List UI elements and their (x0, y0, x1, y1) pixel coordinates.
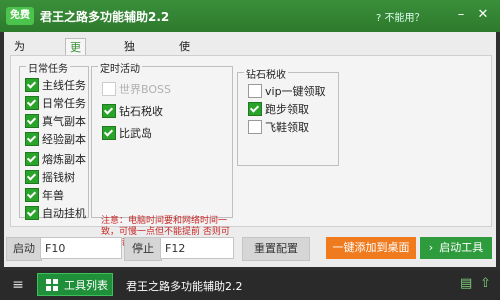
window-title: 君王之路多功能辅助2.2 (40, 10, 170, 24)
tab-instructions[interactable]: 使用说明 (175, 38, 194, 104)
control-row: 启动 F10 停止 F12 重置配置 一键添加到桌面 › 启动工具 (4, 235, 496, 261)
help-link-label: 不能用？ (384, 13, 425, 24)
timed-events-title: 定时活动 (98, 60, 142, 75)
launch-tool-button[interactable]: › 启动工具 (420, 237, 492, 259)
settings-panel: 日常任务 主线任务 日常任务 真气副本 经验副本 熔炼副本 摇钱树 年兽 自动挂… (10, 55, 492, 248)
checkbox-exp-dungeon[interactable]: 经验副本 (25, 132, 86, 147)
tab-for-you[interactable]: 为您设置 (10, 38, 29, 104)
grid-icon (46, 279, 58, 291)
add-to-desktop-button[interactable]: 一键添加到桌面 (326, 237, 416, 259)
help-icon: ? (376, 13, 382, 24)
checkbox-flying-shoes-claim[interactable]: 飞鞋领取 (248, 120, 309, 135)
checked-icon (25, 152, 39, 166)
checked-icon (25, 96, 39, 110)
daily-tasks-group: 日常任务 主线任务 日常任务 真气副本 经验副本 熔炼副本 摇钱树 年兽 自动挂… (19, 60, 89, 221)
daily-tasks-title: 日常任务 (26, 60, 70, 75)
checked-icon (25, 78, 39, 92)
minimize-button[interactable]: – (452, 6, 470, 24)
main-content: 为您设置 更多设置 独立功能 使用说明 日常任务 主线任务 日常任务 真气副本 … (4, 32, 496, 267)
checkbox-money-tree[interactable]: 摇钱树 (25, 170, 75, 185)
checked-icon (102, 126, 116, 140)
checked-icon (25, 170, 39, 184)
tools-list-button[interactable]: 工具列表 (37, 273, 113, 296)
close-button[interactable]: ✕ (474, 6, 492, 24)
checkbox-run-claim[interactable]: 跑步领取 (248, 102, 309, 117)
reset-config-button[interactable]: 重置配置 (242, 237, 310, 261)
checkbox-diamond-tax[interactable]: 钻石税收 (102, 104, 163, 119)
unchecked-icon (102, 82, 116, 96)
unchecked-icon (248, 120, 262, 134)
checkbox-zhenqi-dungeon[interactable]: 真气副本 (25, 114, 86, 129)
checkbox-main-quest[interactable]: 主线任务 (25, 78, 86, 93)
timed-events-group: 定时活动 世界BOSS 钻石税收 比武岛 (91, 60, 233, 218)
up-arrow-icon[interactable]: ⇧ (480, 276, 491, 291)
diamond-tax-group: 钻石税收 vip一键领取 跑步领取 飞鞋领取 (237, 66, 339, 166)
stop-hotkey-field[interactable]: F12 (160, 237, 234, 259)
taskbar: ≡ 工具列表 君王之路多功能辅助2.2 ▤ ⇧ (0, 270, 500, 300)
checkbox-smelt-dungeon[interactable]: 熔炼副本 (25, 152, 86, 167)
checkbox-vip-claim[interactable]: vip一键领取 (248, 84, 326, 99)
tab-standalone[interactable]: 独立功能 (120, 38, 139, 104)
checkbox-martial-island[interactable]: 比武岛 (102, 126, 152, 141)
checkbox-nian-beast[interactable]: 年兽 (25, 188, 64, 203)
checked-icon (248, 102, 262, 116)
checkbox-world-boss[interactable]: 世界BOSS (102, 82, 171, 97)
checkbox-daily-quest[interactable]: 日常任务 (25, 96, 86, 111)
taskbar-window-title: 君王之路多功能辅助2.2 (126, 280, 243, 293)
help-link[interactable]: ? 不能用？ (376, 9, 425, 24)
title-bar: 免费 君王之路多功能辅助2.2 ? 不能用？ – ✕ (0, 0, 500, 32)
document-icon[interactable]: ▤ (460, 276, 472, 291)
checked-icon (102, 104, 116, 118)
checked-icon (25, 206, 39, 220)
checked-icon (25, 114, 39, 128)
start-hotkey-field[interactable]: F10 (40, 237, 122, 259)
play-arrow-icon: › (428, 241, 434, 254)
checked-icon (25, 188, 39, 202)
menu-icon[interactable]: ≡ (8, 275, 28, 295)
tools-list-label: 工具列表 (64, 279, 108, 292)
checkbox-auto-idle[interactable]: 自动挂机 (25, 206, 86, 221)
unchecked-icon (248, 84, 262, 98)
start-button[interactable]: 启动 (6, 237, 42, 261)
stop-button[interactable]: 停止 (124, 237, 162, 261)
free-badge: 免费 (6, 7, 34, 25)
checked-icon (25, 132, 39, 146)
diamond-tax-title: 钻石税收 (244, 66, 288, 81)
